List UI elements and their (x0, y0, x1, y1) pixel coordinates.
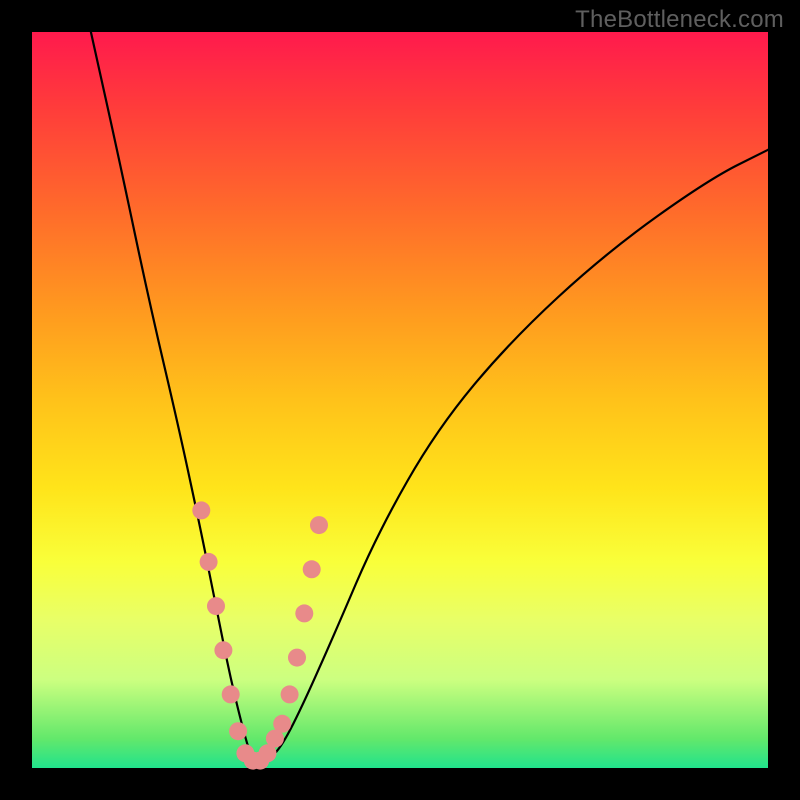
curve-marker (281, 685, 299, 703)
curve-marker (303, 560, 321, 578)
curve-marker (222, 685, 240, 703)
curve-marker (288, 649, 306, 667)
curve-marker (229, 722, 247, 740)
watermark-text: TheBottleneck.com (575, 6, 784, 34)
curve-marker (295, 604, 313, 622)
bottleneck-curve (91, 32, 768, 761)
curve-marker (310, 516, 328, 534)
curve-marker (207, 597, 225, 615)
curve-marker (200, 553, 218, 571)
curve-layer (32, 32, 768, 768)
chart-stage: TheBottleneck.com (0, 0, 800, 800)
curve-marker (273, 715, 291, 733)
curve-marker (192, 501, 210, 519)
plot-area (32, 32, 768, 768)
marker-group (192, 501, 328, 769)
curve-marker (214, 641, 232, 659)
